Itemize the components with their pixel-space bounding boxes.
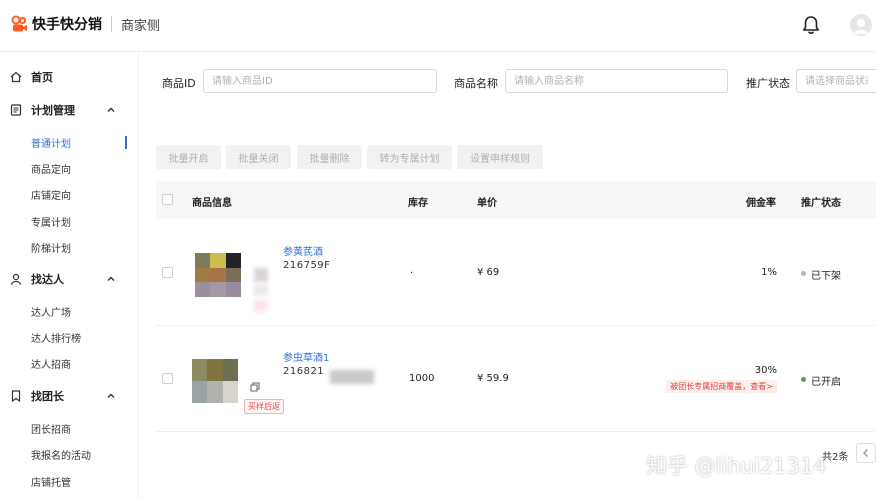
status-select[interactable] — [796, 69, 876, 93]
active-indicator — [125, 136, 127, 149]
status-dot — [801, 377, 806, 382]
brand-divider — [111, 16, 112, 32]
status-dot — [801, 271, 806, 276]
status-text: 已下架 — [811, 271, 841, 282]
batch-delete-button[interactable]: 批量删除 — [297, 145, 362, 169]
row-checkbox[interactable] — [162, 267, 173, 278]
sidebar-group-plan[interactable]: 计划管理 — [0, 97, 139, 123]
status-text: 已开启 — [811, 377, 841, 388]
product-name-label: 商品名称 — [454, 77, 498, 90]
blurred-region — [254, 268, 268, 282]
sidebar-item-exclusive-plan[interactable]: 专属计划 — [0, 209, 139, 233]
product-thumbnail[interactable] — [192, 359, 238, 403]
sidebar-item-label: 达人招商 — [31, 359, 71, 371]
sample-refund-tag: 买样后返 — [244, 399, 284, 414]
sidebar-group-influencer[interactable]: 找达人 — [0, 266, 139, 292]
copy-icon[interactable] — [250, 382, 260, 392]
stock-value: . — [410, 265, 414, 276]
commission-value: 30% — [754, 365, 777, 376]
brand-subtitle: 商家侧 — [121, 18, 161, 34]
product-id: 216759F — [283, 260, 331, 271]
top-bar: 快手快分销 商家侧 — [0, 0, 876, 52]
bell-icon[interactable] — [800, 14, 822, 36]
sidebar-item-label: 达人广场 — [31, 307, 71, 319]
brand-name: 快手快分销 — [32, 17, 102, 33]
sidebar-item-normal-plan[interactable]: 普通计划 — [0, 130, 139, 154]
sidebar-item-label: 店铺托管 — [31, 477, 71, 489]
kuaishou-logo-icon — [11, 15, 27, 32]
blurred-region — [330, 370, 374, 384]
select-all-checkbox[interactable] — [162, 194, 173, 205]
product-id-label: 商品ID — [162, 77, 196, 90]
sidebar-item-label: 店铺定向 — [31, 190, 71, 202]
product-name-link[interactable]: 参黄芪酒 — [283, 243, 323, 258]
column-header-price: 单价 — [477, 198, 497, 209]
sidebar-item-label: 专属计划 — [31, 217, 71, 229]
product-thumbnail[interactable] — [195, 253, 241, 297]
watermark: 知乎 @lihui21314 — [646, 454, 827, 478]
chevron-up-icon — [107, 393, 115, 398]
sidebar-item-label: 团长招商 — [31, 424, 71, 436]
product-name-input[interactable] — [505, 69, 728, 93]
column-header-stock: 库存 — [408, 198, 428, 209]
table-row: 买样后返 参虫草酒1 216821 1000 ¥ 59.9 30% 被团长专属招… — [156, 326, 876, 432]
column-header-commission: 佣金率 — [746, 198, 776, 209]
prev-page-button[interactable] — [856, 443, 876, 463]
price-value: ¥ 59.9 — [477, 373, 509, 384]
sidebar-item-influencer-recruit[interactable]: 达人招商 — [0, 351, 139, 375]
row-checkbox[interactable] — [162, 373, 173, 384]
user-avatar-icon[interactable] — [850, 14, 872, 36]
batch-close-button[interactable]: 批量关闭 — [226, 145, 291, 169]
status-label: 推广状态 — [746, 77, 790, 90]
sidebar: 首页 计划管理 普通计划 商品定向 店铺定向 专属计划 阶梯计划 找达人 达人广… — [0, 53, 139, 500]
sidebar-item-influencer-ranking[interactable]: 达人排行榜 — [0, 325, 139, 349]
table-header: 商品信息 库存 单价 佣金率 推广状态 — [156, 181, 876, 219]
product-id: 216821 — [283, 366, 325, 377]
main-content: 商品ID 商品名称 推广状态 批量开启 批量关闭 批量删除 转为专属计划 设置申… — [140, 53, 876, 500]
product-id-input[interactable] — [203, 69, 437, 93]
home-icon — [10, 71, 22, 83]
sidebar-group-label: 计划管理 — [31, 104, 75, 117]
column-header-info: 商品信息 — [192, 198, 232, 209]
sidebar-item-my-activities[interactable]: 我报名的活动 — [0, 442, 139, 466]
product-name-link[interactable]: 参虫草酒1 — [283, 349, 329, 364]
blurred-region — [254, 300, 268, 312]
sidebar-group-label: 找团长 — [31, 390, 64, 403]
table-row: 参黄芪酒 216759F . ¥ 69 1% 已下架 — [156, 220, 876, 326]
sidebar-group-leader[interactable]: 找团长 — [0, 383, 139, 409]
brand-logo[interactable]: 快手快分销 商家侧 — [10, 14, 160, 34]
sidebar-item-label: 普通计划 — [31, 138, 71, 150]
sidebar-group-label: 找达人 — [31, 273, 64, 286]
sidebar-item-product-targeting[interactable]: 商品定向 — [0, 156, 139, 180]
sample-rule-button[interactable]: 设置申样规则 — [457, 145, 543, 169]
price-value: ¥ 69 — [477, 267, 500, 278]
sidebar-item-influencer-square[interactable]: 达人广场 — [0, 299, 139, 323]
stock-value: 1000 — [409, 373, 435, 384]
chevron-left-icon — [863, 449, 868, 457]
sidebar-item-tiered-plan[interactable]: 阶梯计划 — [0, 235, 139, 259]
sidebar-item-label: 商品定向 — [31, 164, 71, 176]
bookmark-icon — [11, 390, 21, 402]
sidebar-item-leader-recruit[interactable]: 团长招商 — [0, 416, 139, 440]
to-exclusive-plan-button[interactable]: 转为专属计划 — [367, 145, 452, 169]
commission-value: 1% — [761, 267, 777, 278]
person-icon — [10, 273, 22, 285]
sidebar-item-label: 阶梯计划 — [31, 243, 71, 255]
batch-open-button[interactable]: 批量开启 — [156, 145, 221, 169]
chevron-up-icon — [107, 276, 115, 281]
sidebar-item-label: 达人排行榜 — [31, 333, 81, 345]
sidebar-item-label: 首页 — [31, 71, 53, 84]
sidebar-item-label: 我报名的活动 — [31, 450, 91, 462]
sidebar-item-home[interactable]: 首页 — [0, 64, 139, 90]
blurred-region — [254, 284, 268, 296]
leader-exclusive-note-link[interactable]: 被团长专属招商覆盖，查看> — [666, 380, 777, 393]
sidebar-item-shop-hosting[interactable]: 店铺托管 — [0, 469, 139, 493]
column-header-status: 推广状态 — [801, 198, 841, 209]
document-icon — [10, 104, 22, 116]
sidebar-item-shop-targeting[interactable]: 店铺定向 — [0, 182, 139, 206]
chevron-up-icon — [107, 107, 115, 112]
